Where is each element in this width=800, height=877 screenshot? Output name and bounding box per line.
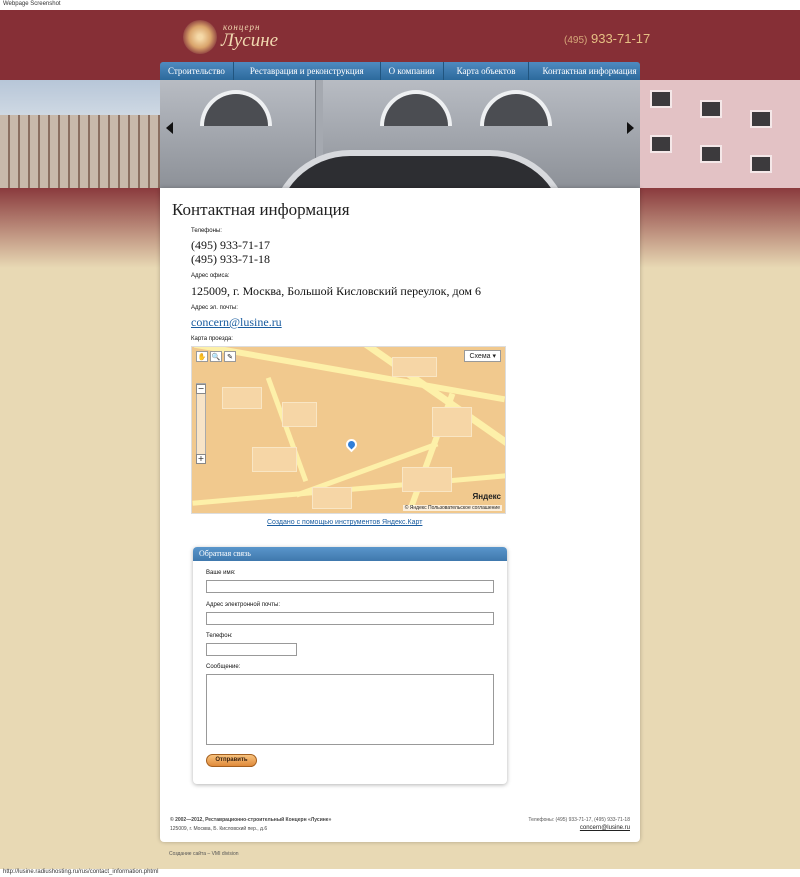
map-zoom-in-button[interactable]: +	[196, 454, 206, 464]
logo-title: Лусине	[221, 30, 279, 51]
banner-window	[750, 110, 772, 128]
phone-1: (495) 933-71-17	[191, 238, 270, 252]
banner-left-building	[0, 115, 160, 188]
office-address: 125009, г. Москва, Большой Кисловский пе…	[191, 284, 481, 298]
yandex-map[interactable]: ✋ 🔍 ✎ − + Схема ▾ Яндекс © Яндекс Пользо…	[191, 346, 506, 514]
screenshot-title: Webpage Screenshot	[0, 0, 800, 10]
phone-field-label: Телефон:	[206, 633, 233, 639]
email-label: Адрес эл. почты:	[191, 305, 238, 311]
name-label: Ваше имя:	[206, 570, 236, 576]
feedback-form: Обратная связь Ваше имя: Адрес электронн…	[193, 547, 507, 784]
image-slider	[160, 80, 640, 230]
main-nav: Строительство Реставрация и реконструкци…	[160, 62, 640, 80]
map-block	[432, 407, 472, 437]
map-hand-tool-icon[interactable]: ✋	[196, 351, 208, 362]
status-bar-url: http://lusine.radiushosting.ru/rus/conta…	[0, 869, 800, 877]
message-label: Сообщение:	[206, 664, 241, 670]
content-panel: Контактная информация Телефоны: (495) 93…	[160, 188, 640, 842]
phones-label: Телефоны:	[191, 228, 222, 234]
banner-left-photo	[0, 80, 160, 188]
map-block	[312, 487, 352, 509]
nav-objects-map[interactable]: Карта объектов	[444, 62, 530, 80]
map-ruler-tool-icon[interactable]: ✎	[224, 351, 236, 362]
banner-window	[650, 135, 672, 153]
phone-input[interactable]	[206, 643, 297, 656]
footer-copyright: © 2002—2012, Реставрационно-строительный…	[170, 817, 332, 823]
map-credit-link[interactable]: Создано с помощью инструментов Яндекс.Ка…	[267, 519, 422, 526]
banner-window	[750, 155, 772, 173]
map-block	[402, 467, 452, 492]
map-block	[282, 402, 317, 427]
map-label: Карта проезда:	[191, 336, 233, 342]
nav-restoration[interactable]: Реставрация и реконструкция	[234, 62, 381, 80]
map-block	[222, 387, 262, 409]
map-brand-logo: Яндекс	[472, 492, 501, 501]
header-phone-code: (495)	[564, 35, 588, 46]
map-zoom-out-button[interactable]: −	[196, 384, 206, 394]
submit-button[interactable]: Отправить	[206, 754, 257, 767]
name-input[interactable]	[206, 580, 494, 593]
banner-right-photo	[640, 80, 800, 188]
map-zoom-tool-icon[interactable]: 🔍	[210, 351, 222, 362]
nav-contacts[interactable]: Контактная информация	[529, 62, 649, 80]
phone-2: (495) 933-71-18	[191, 252, 270, 266]
logo-emblem-icon	[183, 20, 217, 54]
header-phone: (495) 933-71-17	[564, 31, 650, 46]
feedback-form-title: Обратная связь	[193, 547, 507, 561]
email-field-label: Адрес электронной почты:	[206, 602, 281, 608]
slider-arch-window	[380, 90, 452, 126]
slider-arch-window	[480, 90, 552, 126]
footer-address: 125009, г. Москва, Б. Кисловский пер., д…	[170, 826, 268, 832]
footer-email-link[interactable]: concern@lusine.ru	[580, 825, 630, 831]
nav-construction[interactable]: Строительство	[160, 62, 234, 80]
page-title: Контактная информация	[172, 200, 350, 219]
email-link[interactable]: concern@lusine.ru	[191, 315, 282, 329]
slider-arch-window	[200, 90, 272, 126]
map-layer-select[interactable]: Схема ▾	[464, 350, 501, 362]
map-zoom-slider[interactable]: − +	[196, 383, 206, 464]
map-block	[392, 357, 437, 377]
email-input[interactable]	[206, 612, 494, 625]
footer-phones: Телефоны: (495) 933-71-17, (495) 933-71-…	[528, 817, 630, 823]
banner-window	[650, 90, 672, 108]
address-label: Адрес офиса:	[191, 273, 230, 279]
banner-window	[700, 145, 722, 163]
map-block	[252, 447, 297, 472]
slider-prev-arrow-icon[interactable]	[166, 122, 173, 134]
slider-next-arrow-icon[interactable]	[627, 122, 634, 134]
site-logo[interactable]: концерн Лусине	[183, 20, 283, 56]
message-textarea[interactable]	[206, 674, 494, 745]
nav-about[interactable]: О компании	[381, 62, 444, 80]
header-phone-number: 933-71-17	[590, 31, 651, 46]
map-toolbar: ✋ 🔍 ✎	[196, 351, 236, 362]
site-creator-link[interactable]: Создание сайта – VMI division	[169, 851, 239, 857]
banner-window	[700, 100, 722, 118]
map-terms-link[interactable]: © Яндекс Пользовательское соглашение	[402, 505, 502, 511]
map-location-pin-icon[interactable]	[343, 436, 360, 453]
